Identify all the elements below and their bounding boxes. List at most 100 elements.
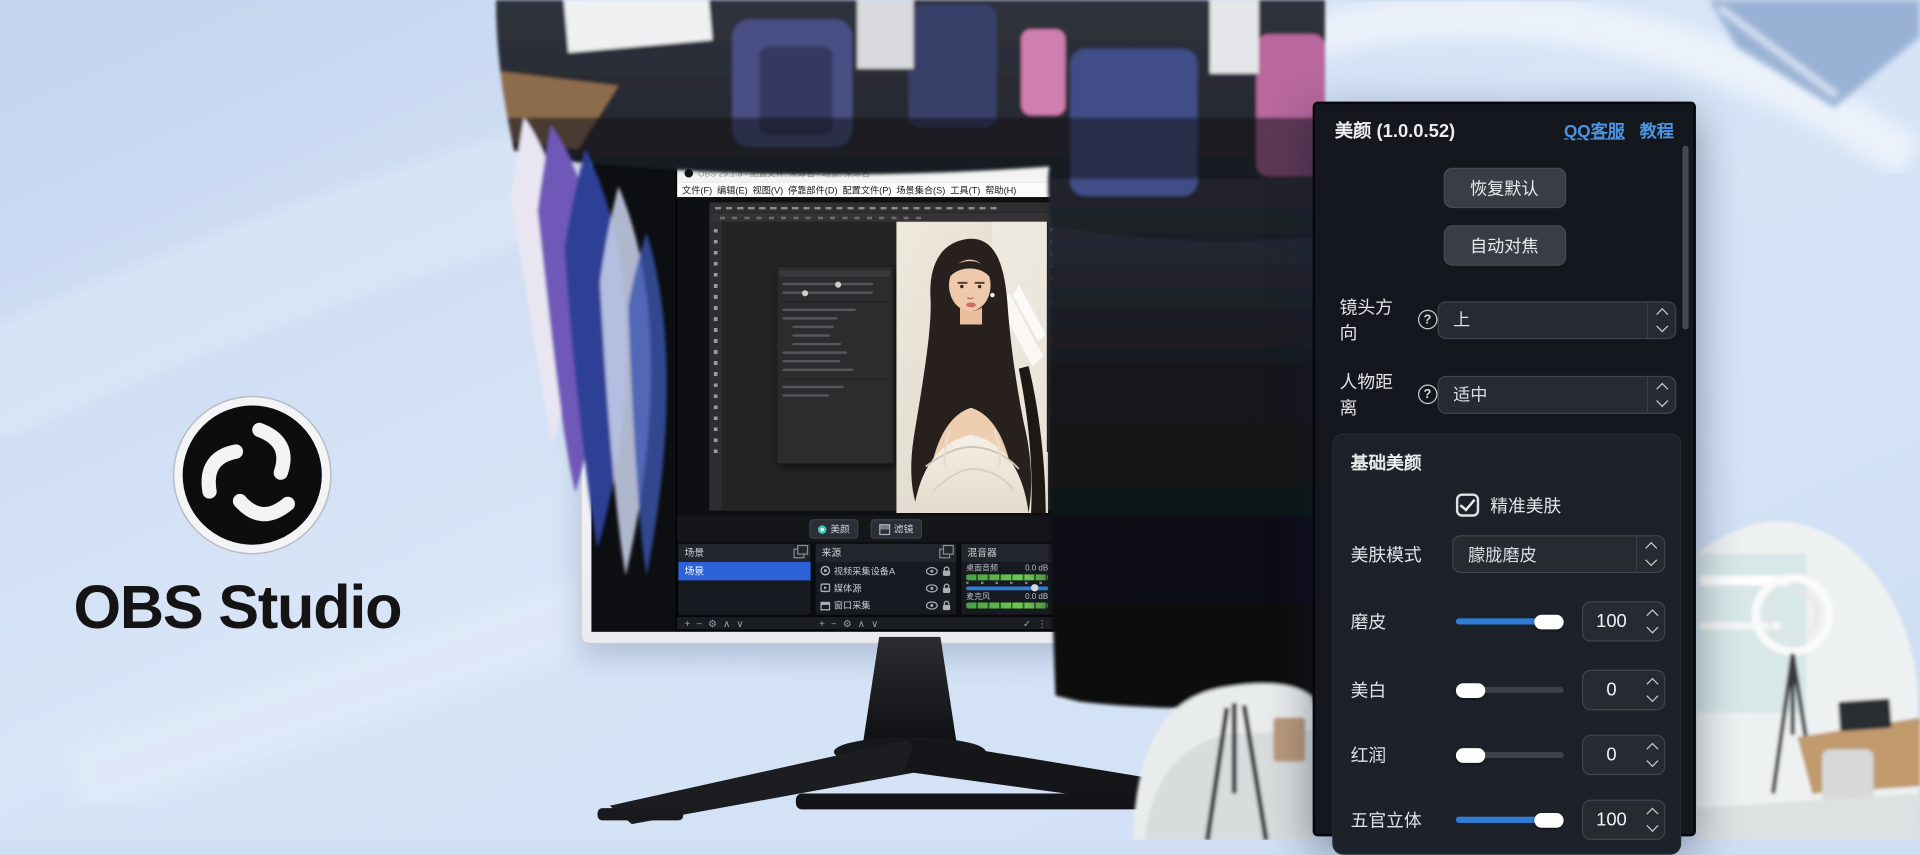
mixer-dock-header[interactable]: 混音器 [961, 544, 1053, 562]
obs-bottom-toolbar: + − ⚙ ∧ ∨ + − ⚙ ∧ ∨ ✓ ⋮ [677, 616, 1054, 629]
beauty-dock-tab-label: 美颜 [830, 522, 850, 535]
obs-window: OBS 29.1.3 - 配置文件: 未命名 - 场景: 未命名 文件(F) 编… [676, 163, 1056, 631]
ps-floating-panel [776, 266, 894, 464]
slider-thumb[interactable] [1456, 748, 1485, 763]
chevron-up-icon[interactable] [1646, 678, 1658, 690]
sources-dock: 来源 视频采集设备A 媒体源 窗口采集 [814, 542, 957, 615]
autofocus-button[interactable]: 自动对焦 [1443, 225, 1565, 265]
filter-dock-tab[interactable]: 滤镜 [871, 519, 922, 539]
volume-slider[interactable] [966, 587, 1048, 591]
chevron-down-icon[interactable] [1646, 755, 1658, 767]
menu-scene-collection[interactable]: 场景集合(S) [896, 183, 945, 196]
move-down-icon[interactable]: ∨ [871, 618, 878, 629]
source-row-media[interactable]: 媒体源 [816, 580, 957, 598]
help-icon[interactable]: ? [1418, 310, 1438, 330]
menu-profile[interactable]: 配置文件(P) [842, 183, 891, 196]
precise-skin-label: 精准美肤 [1490, 492, 1561, 518]
mixer-dock-title: 混音器 [967, 546, 996, 559]
remove-icon[interactable]: − [696, 618, 702, 629]
chevron-up-icon[interactable] [1646, 808, 1658, 820]
source-row-camera[interactable]: 视频采集设备A [816, 562, 957, 580]
tutorial-link[interactable]: 教程 [1640, 119, 1674, 143]
obs-dock-tab-row: 美颜 滤镜 [677, 516, 1054, 543]
eye-icon[interactable] [926, 602, 938, 611]
select-chevrons [1647, 377, 1675, 413]
eye-icon[interactable] [926, 584, 938, 593]
menu-edit[interactable]: 编辑(E) [717, 183, 748, 196]
photoshop-window [709, 202, 1054, 511]
whitening-row: 美白 0 [1351, 670, 1666, 710]
camera-direction-select[interactable]: 上 [1437, 301, 1676, 339]
beauty-panel: 美颜 (1.0.0.52) QQ客服 教程 恢复默认 自动对焦 镜头方向 ? 上… [1313, 102, 1696, 837]
rosy-value-spinner[interactable]: 0 [1582, 735, 1665, 775]
lock-icon[interactable] [942, 600, 952, 611]
volume-meter [966, 602, 1048, 608]
beauty-dock-tab[interactable]: 美颜 [809, 519, 858, 539]
more-icon[interactable]: ⋮ [1037, 618, 1047, 629]
obs-titlebar[interactable]: OBS 29.1.3 - 配置文件: 未命名 - 场景: 未命名 [677, 164, 1054, 182]
popout-icon[interactable] [939, 548, 950, 558]
slider-thumb[interactable] [1534, 812, 1563, 827]
scenes-dock-header[interactable]: 场景 [678, 544, 810, 562]
window-capture-icon [820, 601, 830, 611]
facial-3d-value-spinner[interactable]: 100 [1582, 800, 1665, 840]
whitening-slider[interactable] [1456, 682, 1564, 698]
facial-3d-slider[interactable] [1456, 812, 1564, 828]
chevron-up-icon [1645, 542, 1657, 554]
smoothing-row: 磨皮 100 [1351, 601, 1666, 641]
qq-support-link[interactable]: QQ客服 [1564, 119, 1625, 143]
menu-tools[interactable]: 工具(T) [950, 183, 980, 196]
chevron-down-icon[interactable] [1646, 621, 1658, 633]
skin-mode-select[interactable]: 朦胧磨皮 [1452, 535, 1665, 573]
slider-thumb[interactable] [1456, 683, 1485, 698]
precise-skin-checkbox[interactable] [1456, 493, 1479, 516]
slider-thumb[interactable] [1534, 614, 1563, 629]
menu-help[interactable]: 帮助(H) [985, 183, 1016, 196]
chevron-up-icon[interactable] [1646, 609, 1658, 621]
chevron-up-icon[interactable] [1646, 743, 1658, 755]
add-icon[interactable]: + [684, 618, 690, 629]
db-value: 0.0 dB [1025, 593, 1048, 603]
sources-dock-header[interactable]: 来源 [816, 544, 957, 562]
skin-mode-row: 美肤模式 朦胧磨皮 [1351, 535, 1666, 573]
chevron-down-icon[interactable] [1646, 820, 1658, 832]
remove-icon[interactable]: − [831, 618, 837, 629]
skin-mode-label: 美肤模式 [1351, 541, 1422, 567]
add-icon[interactable]: + [819, 618, 825, 629]
lock-icon[interactable] [942, 583, 952, 594]
chevron-down-icon [1645, 554, 1657, 566]
media-icon [820, 583, 830, 593]
move-up-icon[interactable]: ∧ [858, 618, 865, 629]
subject-distance-label: 人物距离 [1340, 369, 1411, 420]
basic-beauty-section: 基础美颜 精准美肤 美肤模式 朦胧磨皮 磨皮 [1332, 433, 1681, 854]
smoothing-value-spinner[interactable]: 100 [1582, 601, 1665, 641]
gear-icon[interactable]: ⚙ [708, 618, 717, 629]
popout-icon[interactable] [793, 548, 804, 558]
gear-icon[interactable]: ⚙ [843, 618, 852, 629]
subject-distance-select[interactable]: 适中 [1437, 375, 1676, 413]
scene-list-item-selected[interactable]: 场景 [678, 562, 810, 580]
filter-icon [879, 523, 890, 534]
menu-view[interactable]: 视图(V) [753, 183, 784, 196]
menu-docks[interactable]: 停靠部件(D) [788, 183, 837, 196]
obs-preview [677, 197, 1054, 515]
chevron-down-icon[interactable] [1646, 690, 1658, 702]
move-down-icon[interactable]: ∨ [736, 618, 743, 629]
eye-icon[interactable] [926, 567, 938, 576]
ps-panel-tabs [1047, 222, 1054, 452]
rosy-slider[interactable] [1456, 747, 1564, 763]
chevron-up-icon [1656, 307, 1668, 319]
source-row-window[interactable]: 窗口采集 [816, 597, 957, 615]
smoothing-slider[interactable] [1456, 613, 1564, 629]
mixer-dock: 混音器 桌面音频 0.0 dB 麦克风 0.0 dB [960, 542, 1054, 615]
restore-defaults-button[interactable]: 恢复默认 [1443, 168, 1565, 208]
menu-file[interactable]: 文件(F) [682, 183, 712, 196]
lock-icon[interactable] [942, 565, 952, 576]
move-up-icon[interactable]: ∧ [723, 618, 730, 629]
help-icon[interactable]: ? [1418, 384, 1438, 404]
mixer-channel-mic[interactable]: 麦克风 0.0 dB [961, 590, 1053, 608]
mixer-channel-desktop[interactable]: 桌面音频 0.0 dB [961, 562, 1053, 590]
check-icon[interactable]: ✓ [1023, 618, 1031, 629]
whitening-value-spinner[interactable]: 0 [1582, 670, 1665, 710]
panel-scrollbar[interactable] [1682, 146, 1688, 330]
